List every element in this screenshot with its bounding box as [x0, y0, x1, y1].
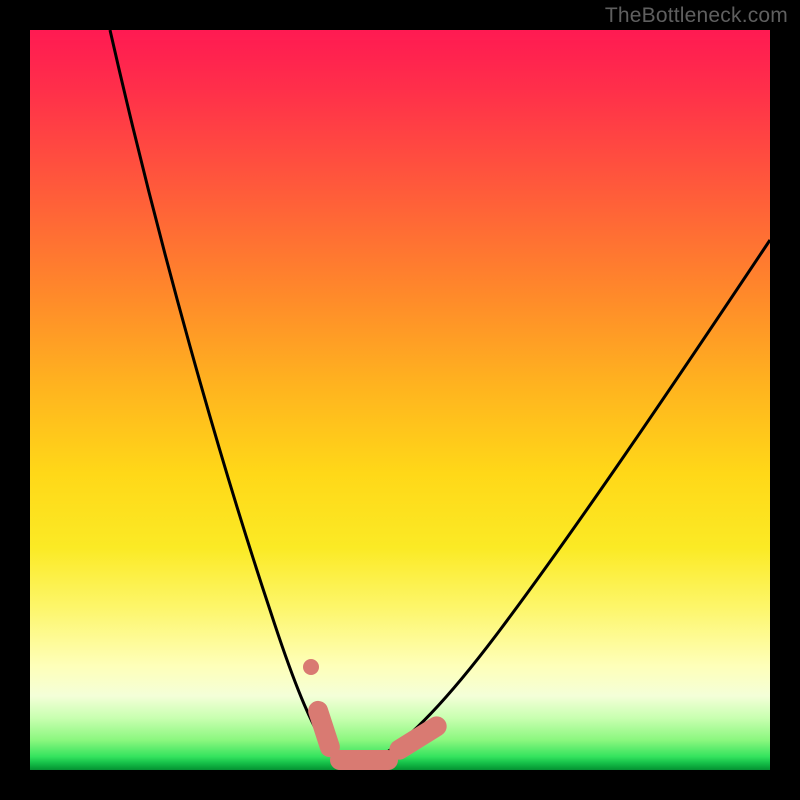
- marker-right-capsule: [386, 713, 451, 764]
- marker-left-capsule: [306, 698, 343, 759]
- bottleneck-curve-svg: [30, 30, 770, 770]
- plot-area: [30, 30, 770, 770]
- watermark-text: TheBottleneck.com: [605, 4, 788, 28]
- bottleneck-curve: [110, 30, 770, 765]
- marker-dot: [303, 659, 319, 675]
- chart-frame: TheBottleneck.com: [0, 0, 800, 800]
- marker-bottom-capsule: [330, 750, 398, 770]
